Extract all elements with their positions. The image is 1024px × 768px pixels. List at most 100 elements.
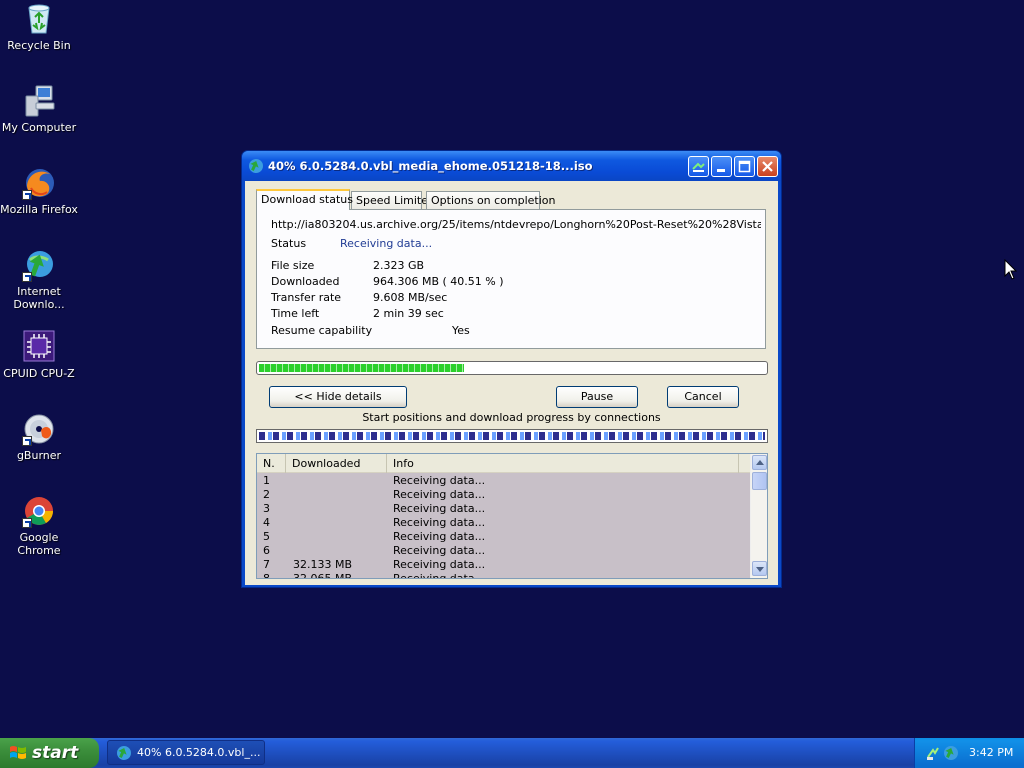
resume-capability-label: Resume capability: [271, 324, 373, 337]
list-cell-info: Receiving data...: [393, 488, 486, 501]
list-header: N. Downloaded Info: [257, 454, 750, 473]
list-item[interactable]: 2 Receiving data...: [257, 488, 750, 502]
chevron-up-icon: [756, 460, 764, 465]
downloaded-value: 964.306 MB ( 40.51 % ): [373, 275, 504, 288]
list-cell-info: Receiving data...: [393, 502, 486, 515]
download-window: 40% 6.0.5284.0.vbl_media_ehome.051218-18…: [241, 150, 782, 588]
list-cell-number: 3: [263, 502, 270, 515]
connections-progress-fill: [259, 432, 765, 440]
chevron-down-icon: [756, 567, 764, 572]
taskbar-button-label: 40% 6.0.5284.0.vbl_...: [137, 746, 261, 759]
list-item[interactable]: 3 Receiving data...: [257, 502, 750, 516]
time-left-label: Time left: [271, 307, 320, 320]
status-label: Status: [271, 237, 307, 250]
file-size-label: File size: [271, 259, 315, 272]
window-client-area: Download status Speed Limiter Options on…: [245, 181, 778, 585]
list-cell-info: Receiving data...: [393, 572, 486, 579]
list-cell-info: Receiving data...: [393, 530, 486, 543]
chrome-icon: [22, 494, 56, 528]
internet-download-manager-icon: [248, 158, 264, 177]
connections-progress-bar: [256, 429, 768, 443]
list-item[interactable]: 6 Receiving data...: [257, 544, 750, 558]
desktop-icon-mozilla-firefox[interactable]: Mozilla Firefox: [0, 166, 78, 216]
list-cell-info: Receiving data...: [393, 516, 486, 529]
system-tray: 3:42 PM: [914, 738, 1024, 768]
list-cell-number: 6: [263, 544, 270, 557]
maximize-button[interactable]: [734, 156, 755, 177]
internet-download-manager-tray-icon[interactable]: [943, 745, 959, 761]
downloaded-label: Downloaded: [271, 275, 340, 288]
file-size-value: 2.323 GB: [373, 259, 425, 272]
list-item[interactable]: 7 32.133 MB Receiving data...: [257, 558, 750, 572]
network-tray-icon[interactable]: [925, 745, 941, 761]
desktop-icon-label: Mozilla Firefox: [0, 203, 78, 216]
tab-speed-limiter[interactable]: Speed Limiter: [351, 191, 433, 209]
time-left-value: 2 min 39 sec: [373, 307, 444, 320]
list-cell-number: 8: [263, 572, 270, 579]
desktop-icon-internet-download-manager[interactable]: Internet Downlo...: [0, 248, 78, 311]
shortcut-arrow-icon: [22, 436, 32, 446]
internet-download-manager-icon: [117, 746, 131, 760]
list-item[interactable]: 1 Receiving data...: [257, 474, 750, 488]
desktop-icon-label: My Computer: [1, 121, 77, 134]
desktop-icon-recycle-bin[interactable]: Recycle Bin: [0, 2, 78, 52]
scroll-down-button[interactable]: [752, 561, 767, 576]
recycle-bin-icon: [22, 2, 56, 36]
download-progress-fill: [259, 364, 464, 372]
taskbar-button-download[interactable]: 40% 6.0.5284.0.vbl_...: [107, 740, 265, 765]
my-computer-icon: [22, 84, 56, 118]
desktop-icon-label: CPUID CPU-Z: [3, 367, 75, 380]
list-item[interactable]: 5 Receiving data...: [257, 530, 750, 544]
list-cell-info: Receiving data...: [393, 474, 486, 487]
cancel-button[interactable]: Cancel: [667, 386, 739, 408]
status-value: Receiving data...: [340, 237, 433, 250]
download-progress-bar: [256, 361, 768, 375]
column-header-info[interactable]: Info: [387, 454, 739, 473]
hide-details-button[interactable]: << Hide details: [269, 386, 407, 408]
list-item[interactable]: 8 32.065 MB Receiving data...: [257, 572, 750, 579]
desktop: Recycle Bin My Computer Mozilla Firefox: [0, 0, 1024, 738]
list-vertical-scrollbar[interactable]: [750, 454, 767, 578]
column-header-downloaded[interactable]: Downloaded: [286, 454, 387, 473]
list-cell-number: 5: [263, 530, 270, 543]
download-url: http://ia803204.us.archive.org/25/items/…: [271, 218, 761, 231]
pause-button[interactable]: Pause: [556, 386, 638, 408]
firefox-icon: [22, 166, 56, 200]
desktop-icon-cpu-z[interactable]: CPUID CPU-Z: [0, 330, 78, 380]
scroll-up-button[interactable]: [752, 455, 767, 470]
download-status-panel: http://ia803204.us.archive.org/25/items/…: [256, 209, 766, 349]
desktop-icon-label: Google Chrome: [17, 531, 61, 557]
desktop-icon-label: gBurner: [16, 449, 62, 462]
desktop-icon-my-computer[interactable]: My Computer: [0, 84, 78, 134]
clock[interactable]: 3:42 PM: [969, 746, 1013, 759]
minimize-to-tray-button[interactable]: [688, 156, 709, 177]
connections-list[interactable]: N. Downloaded Info 1 Receiving data... 2 Re…: [256, 453, 768, 579]
list-cell-number: 2: [263, 488, 270, 501]
scroll-thumb[interactable]: [752, 472, 767, 490]
desktop-icon-gburner[interactable]: gBurner: [0, 412, 78, 462]
list-item[interactable]: 4 Receiving data...: [257, 516, 750, 530]
window-titlebar[interactable]: 40% 6.0.5284.0.vbl_media_ehome.051218-18…: [242, 151, 781, 181]
internet-download-manager-icon: [22, 248, 56, 282]
shortcut-arrow-icon: [22, 190, 32, 200]
start-button[interactable]: start: [0, 738, 99, 768]
list-cell-number: 4: [263, 516, 270, 529]
transfer-rate-value: 9.608 MB/sec: [373, 291, 448, 304]
minimize-button[interactable]: [711, 156, 732, 177]
maximize-icon: [738, 160, 751, 173]
close-button[interactable]: [757, 156, 778, 177]
tab-download-status[interactable]: Download status: [256, 189, 353, 210]
mouse-cursor-icon: [1004, 258, 1018, 284]
minimize-icon: [717, 169, 725, 172]
tab-options-on-completion[interactable]: Options on completion: [426, 191, 556, 209]
transfer-rate-label: Transfer rate: [271, 291, 342, 304]
tray-arrow-icon: [692, 162, 705, 172]
list-cell-downloaded: 32.133 MB: [293, 558, 353, 571]
cpu-z-icon: [22, 330, 56, 364]
desktop-icon-google-chrome[interactable]: Google Chrome: [0, 494, 78, 557]
start-label: start: [32, 743, 79, 763]
window-title: 40% 6.0.5284.0.vbl_media_ehome.051218-18…: [268, 159, 593, 173]
list-cell-downloaded: 32.065 MB: [293, 572, 353, 579]
desktop-icon-label: Internet Downlo...: [13, 285, 65, 311]
column-header-number[interactable]: N.: [257, 454, 286, 473]
